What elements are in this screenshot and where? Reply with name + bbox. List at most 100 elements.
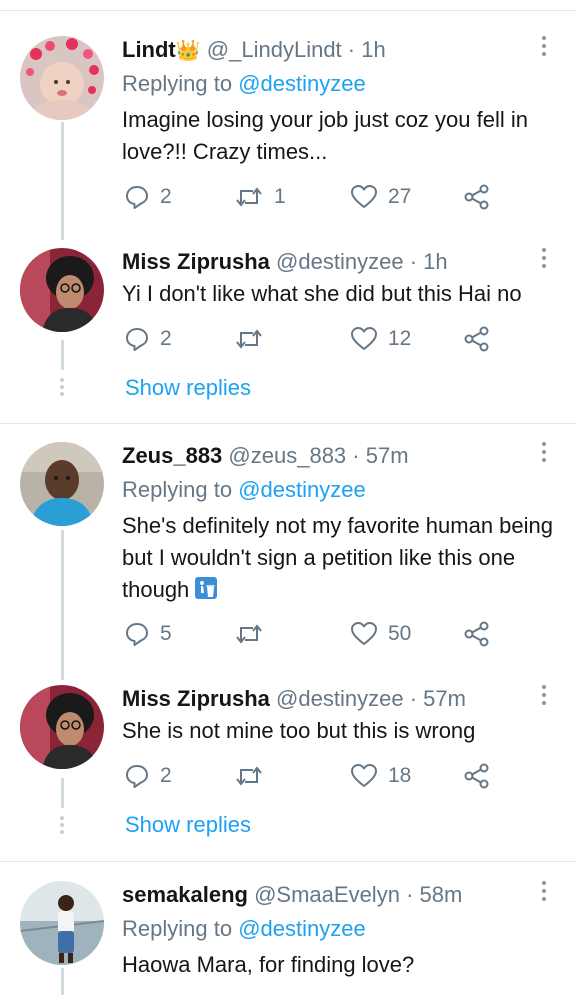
tweet[interactable]: Lindt👑 @_LindyLindt · 1h Replying to @de… <box>0 36 576 226</box>
more-options-icon[interactable] <box>538 685 550 711</box>
replying-to-label: Replying to <box>122 916 233 941</box>
tweet-text: Yi I don't like what she did but this Ha… <box>122 281 522 306</box>
like-button[interactable]: 18 <box>350 761 411 791</box>
reply-icon <box>126 328 148 351</box>
display-name[interactable]: semakaleng <box>122 882 248 907</box>
avatar[interactable] <box>20 248 104 332</box>
share-button[interactable] <box>464 761 490 791</box>
tweet-text: Imagine losing your job just coz you fel… <box>122 107 528 164</box>
retweet-icon <box>236 766 262 786</box>
retweet-button[interactable] <box>234 761 274 791</box>
heart-icon <box>351 185 377 208</box>
reply-button[interactable]: 2 <box>124 761 172 791</box>
tweet-header: Zeus_883 @zeus_883 · 57m <box>122 442 409 470</box>
tweet-actions: 2 1 27 <box>124 182 504 212</box>
share-button[interactable] <box>464 182 490 212</box>
retweet-count: 1 <box>274 185 286 208</box>
share-button[interactable] <box>464 324 490 354</box>
avatar[interactable] <box>20 442 104 526</box>
share-button[interactable] <box>464 619 490 649</box>
reply-button[interactable]: 2 <box>124 182 172 212</box>
timestamp[interactable]: · 57m <box>352 443 408 468</box>
tweet[interactable]: Zeus_883 @zeus_883 · 57m Replying to @de… <box>0 442 576 657</box>
reply-count: 2 <box>160 327 172 350</box>
retweet-icon <box>236 624 262 644</box>
more-options-icon[interactable] <box>538 881 550 907</box>
heart-icon <box>351 764 377 787</box>
user-handle[interactable]: @destinyzee <box>276 686 404 711</box>
like-count: 50 <box>388 622 412 645</box>
tweet-actions: 5 50 <box>124 619 504 649</box>
tweet-header: semakaleng @SmaaEvelyn · 58m <box>122 881 462 909</box>
timestamp[interactable]: · 1h <box>410 249 448 274</box>
tweet-header: Miss Ziprusha @destinyzee · 1h <box>122 248 448 276</box>
share-icon <box>464 763 489 789</box>
divider <box>0 861 576 862</box>
replying-to-label: Replying to <box>122 71 233 96</box>
user-handle[interactable]: @destinyzee <box>276 249 404 274</box>
like-button[interactable]: 12 <box>350 324 411 354</box>
mention-link[interactable]: @destinyzee <box>238 916 366 941</box>
thread-more-dots <box>60 816 64 837</box>
heart-icon <box>351 622 377 645</box>
retweet-button[interactable]: 1 <box>234 182 286 212</box>
replying-to: Replying to @destinyzee <box>122 70 366 98</box>
timestamp[interactable]: · 1h <box>348 37 386 62</box>
share-icon <box>464 326 489 352</box>
timestamp[interactable]: · 57m <box>410 686 466 711</box>
tweet-header: Miss Ziprusha @destinyzee · 57m <box>122 685 466 713</box>
reply-count: 2 <box>160 185 172 208</box>
show-replies-link[interactable]: Show replies <box>125 375 251 401</box>
tweet[interactable]: Miss Ziprusha @destinyzee · 1h Yi I don'… <box>0 248 576 358</box>
tweet-text-wrap: She's definitely not my favorite human b… <box>122 510 562 606</box>
retweet-icon <box>236 329 262 349</box>
reply-icon <box>126 623 148 646</box>
like-button[interactable]: 50 <box>350 619 411 649</box>
more-options-icon[interactable] <box>538 248 550 274</box>
like-button[interactable]: 27 <box>350 182 411 212</box>
display-name[interactable]: Lindt <box>122 37 176 62</box>
heart-icon <box>351 327 377 350</box>
show-replies-link[interactable]: Show replies <box>125 812 251 838</box>
replying-to: Replying to @destinyzee <box>122 476 366 504</box>
tweet-header: Lindt👑 @_LindyLindt · 1h <box>122 36 386 65</box>
share-icon <box>464 184 489 210</box>
reply-count: 2 <box>160 764 172 787</box>
top-divider <box>0 10 576 11</box>
user-handle[interactable]: @zeus_883 <box>228 443 346 468</box>
tweet-actions: 2 12 <box>124 324 504 354</box>
tweet-text: She is not mine too but this is wrong <box>122 718 476 743</box>
mention-link[interactable]: @destinyzee <box>238 477 366 502</box>
retweet-icon <box>236 187 262 207</box>
more-options-icon[interactable] <box>538 36 550 62</box>
display-name[interactable]: Miss Ziprusha <box>122 686 270 711</box>
avatar[interactable] <box>20 685 104 769</box>
more-options-icon[interactable] <box>538 442 550 468</box>
reply-button[interactable]: 5 <box>124 619 172 649</box>
like-count: 12 <box>388 327 412 350</box>
reply-icon <box>126 765 148 788</box>
display-name[interactable]: Zeus_883 <box>122 443 222 468</box>
tweet[interactable]: Miss Ziprusha @destinyzee · 57m She is n… <box>0 685 576 795</box>
avatar[interactable] <box>20 36 104 120</box>
reply-count: 5 <box>160 622 172 645</box>
thread-line <box>61 968 64 995</box>
share-icon <box>464 621 489 647</box>
retweet-button[interactable] <box>234 619 274 649</box>
timestamp[interactable]: · 58m <box>406 882 462 907</box>
reply-button[interactable]: 2 <box>124 324 172 354</box>
tweet-text: She's definitely not my favorite human b… <box>122 513 553 602</box>
mention-link[interactable]: @destinyzee <box>238 71 366 96</box>
reply-icon <box>126 186 148 209</box>
tweet[interactable]: semakaleng @SmaaEvelyn · 58m Replying to… <box>0 881 576 991</box>
crown-emoji: 👑 <box>175 40 201 62</box>
tweet-text: Haowa Mara, for finding love? <box>122 952 415 977</box>
display-name[interactable]: Miss Ziprusha <box>122 249 270 274</box>
thread-more-dots <box>60 378 64 399</box>
user-handle[interactable]: @_LindyLindt <box>207 37 342 62</box>
avatar[interactable] <box>20 881 104 965</box>
user-handle[interactable]: @SmaaEvelyn <box>254 882 400 907</box>
like-count: 18 <box>388 764 412 787</box>
retweet-button[interactable] <box>234 324 274 354</box>
tweet-actions: 2 18 <box>124 761 504 791</box>
